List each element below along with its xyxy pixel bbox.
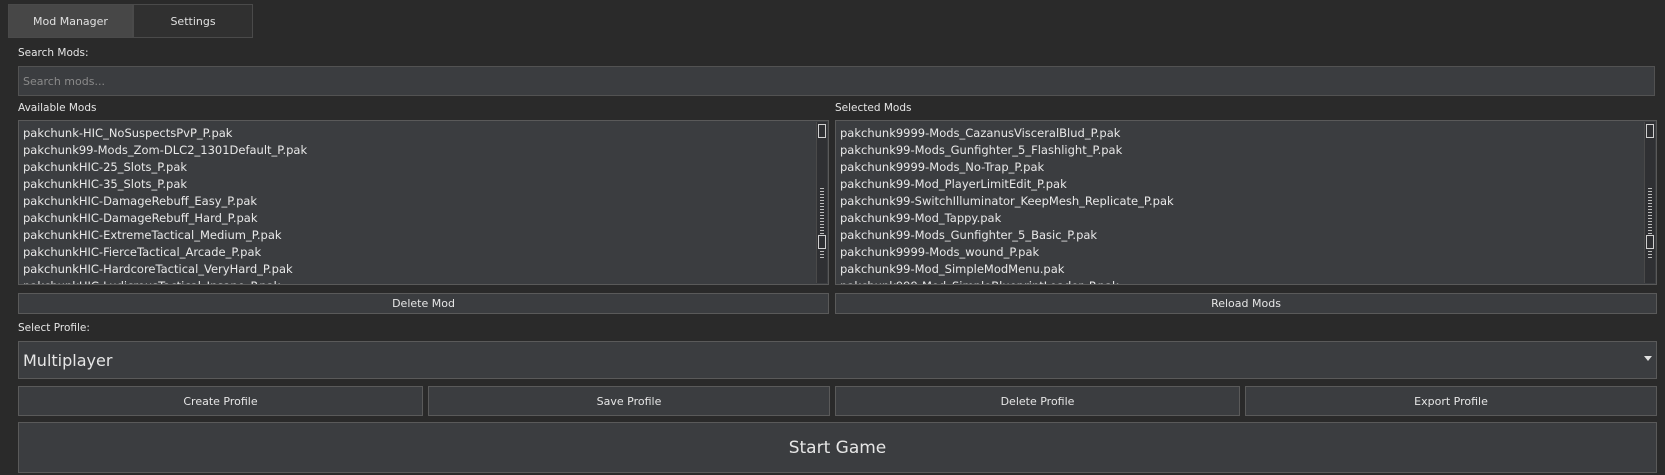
- list-item[interactable]: pakchunk9999-Mods_CazanusVisceralBlud_P.…: [840, 125, 1656, 142]
- list-item[interactable]: pakchunkHIC-DamageRebuff_Hard_P.pak: [23, 210, 828, 227]
- tab-mod-manager[interactable]: Mod Manager: [8, 4, 133, 38]
- create-profile-button[interactable]: Create Profile: [18, 386, 423, 416]
- scroll-down-icon[interactable]: [1646, 235, 1654, 249]
- selected-mods-list[interactable]: pakchunk9999-Mods_CazanusVisceralBlud_P.…: [835, 120, 1657, 285]
- list-item[interactable]: pakchunk99-Mod_PlayerLimitEdit_P.pak: [840, 176, 1656, 193]
- selected-mods-scrollbar[interactable]: [1644, 122, 1655, 283]
- list-item[interactable]: pakchunk-HIC_NoSuspectsPvP_P.pak: [23, 125, 828, 142]
- delete-profile-button[interactable]: Delete Profile: [835, 386, 1240, 416]
- list-item[interactable]: pakchunkHIC-FierceTactical_Arcade_P.pak: [23, 244, 828, 261]
- select-profile-label: Select Profile:: [18, 322, 90, 334]
- list-item[interactable]: pakchunkHIC-HardcoreTactical_VeryHard_P.…: [23, 261, 828, 278]
- reload-mods-button[interactable]: Reload Mods: [835, 293, 1657, 314]
- list-item[interactable]: pakchunk99-SwitchIlluminator_KeepMesh_Re…: [840, 193, 1656, 210]
- chevron-down-icon[interactable]: [1644, 356, 1652, 361]
- list-item[interactable]: pakchunk99-Mod_Tappy.pak: [840, 210, 1656, 227]
- list-item[interactable]: pakchunk99-Mod_SimpleModMenu.pak: [840, 261, 1656, 278]
- list-item[interactable]: pakchunkHIC-25_Slots_P.pak: [23, 159, 828, 176]
- list-item[interactable]: pakchunkHIC-LudicrousTactical_Insane_P.p…: [23, 278, 828, 284]
- available-mods-scrollbar[interactable]: [816, 122, 827, 283]
- list-item[interactable]: pakchunk99-Mods_Gunfighter_5_Flashlight_…: [840, 142, 1656, 159]
- available-mods-list[interactable]: pakchunk-HIC_NoSuspectsPvP_P.pak pakchunk…: [18, 120, 829, 285]
- list-item[interactable]: pakchunkHIC-35_Slots_P.pak: [23, 176, 828, 193]
- selected-mods-label: Selected Mods: [835, 102, 912, 114]
- scroll-up-icon[interactable]: [818, 124, 826, 138]
- list-item[interactable]: pakchunkHIC-ExtremeTactical_Medium_P.pak: [23, 227, 828, 244]
- list-item[interactable]: pakchunk999-Mod_SimpleBlueprintLoader_P.…: [840, 278, 1656, 284]
- list-item[interactable]: pakchunk9999-Mods_wound_P.pak: [840, 244, 1656, 261]
- search-input[interactable]: [18, 66, 1655, 96]
- scroll-down-icon[interactable]: [818, 235, 826, 249]
- search-label: Search Mods:: [18, 47, 89, 59]
- tab-settings[interactable]: Settings: [133, 4, 253, 38]
- profile-select[interactable]: Multiplayer: [18, 341, 1657, 379]
- list-item[interactable]: pakchunk99-Mods_Gunfighter_5_Basic_P.pak: [840, 227, 1656, 244]
- delete-mod-button[interactable]: Delete Mod: [18, 293, 829, 314]
- save-profile-button[interactable]: Save Profile: [428, 386, 830, 416]
- list-item[interactable]: pakchunk9999-Mods_No-Trap_P.pak: [840, 159, 1656, 176]
- list-item[interactable]: pakchunk99-Mods_Zom-DLC2_1301Default_P.p…: [23, 142, 828, 159]
- scroll-up-icon[interactable]: [1646, 124, 1654, 138]
- start-game-button[interactable]: Start Game: [18, 422, 1657, 473]
- list-item[interactable]: pakchunkHIC-DamageRebuff_Easy_P.pak: [23, 193, 828, 210]
- available-mods-label: Available Mods: [18, 102, 97, 114]
- export-profile-button[interactable]: Export Profile: [1245, 386, 1657, 416]
- profile-select-value: Multiplayer: [23, 350, 113, 370]
